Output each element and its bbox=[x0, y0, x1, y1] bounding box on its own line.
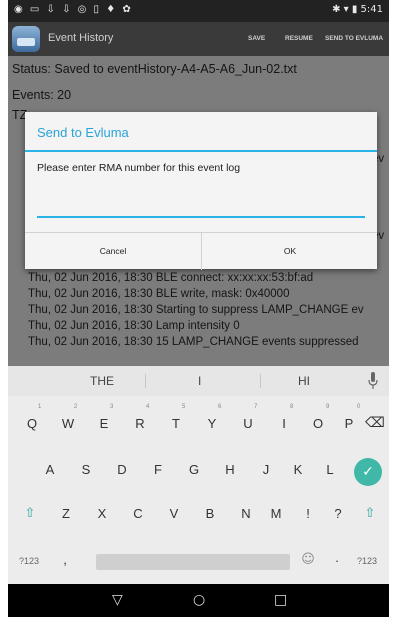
key-l[interactable]: L bbox=[320, 462, 340, 477]
app-logo-icon[interactable] bbox=[12, 26, 40, 52]
shift-left-icon[interactable]: ⇧ bbox=[20, 506, 40, 521]
key-x[interactable]: X bbox=[92, 506, 112, 521]
key-c[interactable]: C bbox=[128, 506, 148, 521]
suggestion-divider bbox=[145, 374, 146, 388]
event-row: Thu, 02 Jun 2016, 18:30 Starting to supp… bbox=[28, 304, 364, 316]
shift-right-icon[interactable]: ⇧ bbox=[360, 506, 380, 521]
emoji-icon[interactable]: ☺ bbox=[298, 552, 318, 567]
dialog-title-divider bbox=[25, 150, 377, 152]
key-v[interactable]: V bbox=[164, 506, 184, 521]
key-hint: 7 bbox=[254, 404, 258, 410]
system-status: ✱ ▾ ▮ 5:41 bbox=[332, 4, 383, 15]
suggestion-strip: THE I HI bbox=[8, 366, 389, 396]
key-o[interactable]: O bbox=[308, 416, 328, 431]
backspace-icon[interactable]: ⌫ bbox=[365, 415, 385, 431]
app-title: Event History bbox=[48, 32, 114, 44]
key-y[interactable]: Y bbox=[202, 416, 222, 431]
key-k[interactable]: K bbox=[288, 462, 308, 477]
send-dialog: Send to Evluma Please enter RMA number f… bbox=[25, 112, 377, 270]
key-w[interactable]: W bbox=[58, 416, 78, 431]
dialog-button-bar: Cancel OK bbox=[25, 232, 377, 270]
suggestion-i[interactable]: I bbox=[198, 374, 201, 388]
event-row: Thu, 02 Jun 2016, 18:30 BLE write, mask:… bbox=[28, 288, 290, 300]
key-g[interactable]: G bbox=[184, 462, 204, 477]
key-u[interactable]: U bbox=[238, 416, 258, 431]
key-b[interactable]: B bbox=[200, 506, 220, 521]
rma-number-input[interactable] bbox=[37, 186, 365, 218]
key-question[interactable]: ? bbox=[328, 506, 348, 521]
key-hint: 3 bbox=[110, 404, 114, 410]
send-to-evluma-button[interactable]: SEND TO EVLUMA bbox=[325, 35, 383, 42]
notification-icons: ◉ ▭ ⇩ ⇩ ◎ ▯ ♦ ✿ bbox=[14, 4, 133, 15]
phone-screen: ◉ ▭ ⇩ ⇩ ◎ ▯ ♦ ✿ ✱ ▾ ▮ 5:41 Event History… bbox=[8, 0, 389, 617]
enter-button[interactable]: ✓ bbox=[354, 458, 382, 486]
key-h[interactable]: H bbox=[220, 462, 240, 477]
key-z[interactable]: Z bbox=[56, 506, 76, 521]
symbols-key-right[interactable]: ?123 bbox=[352, 556, 382, 566]
save-button[interactable]: SAVE bbox=[248, 35, 265, 42]
key-j[interactable]: J bbox=[256, 462, 276, 477]
key-f[interactable]: F bbox=[148, 462, 168, 477]
status-line: Status: Saved to eventHistory-A4-A5-A6_J… bbox=[12, 62, 297, 76]
key-hint: 6 bbox=[218, 404, 222, 410]
key-n[interactable]: N bbox=[236, 506, 256, 521]
event-row: Thu, 02 Jun 2016, 18:30 Lamp intensity 0 bbox=[28, 320, 240, 332]
dialog-title: Send to Evluma bbox=[37, 125, 129, 140]
key-m[interactable]: M bbox=[266, 506, 286, 521]
key-hint: 4 bbox=[146, 404, 150, 410]
key-hint: 2 bbox=[74, 404, 78, 410]
comma-key[interactable]: , bbox=[58, 552, 72, 567]
key-hint: 0 bbox=[357, 404, 361, 410]
dialog-message: Please enter RMA number for this event l… bbox=[37, 162, 241, 174]
key-hint: 9 bbox=[326, 404, 330, 410]
suggestion-the[interactable]: THE bbox=[90, 374, 114, 388]
soft-keyboard: THE I HI 1 2 3 4 5 6 7 8 9 0 Q W E R T Y… bbox=[8, 366, 389, 584]
ok-button[interactable]: OK bbox=[201, 233, 378, 270]
key-hint: 1 bbox=[38, 404, 42, 410]
period-key[interactable]: . bbox=[330, 550, 344, 565]
action-bar: Event History SAVE RESUME SEND TO EVLUMA bbox=[8, 22, 389, 56]
back-icon[interactable]: ▽ bbox=[112, 592, 123, 608]
key-exclamation[interactable]: ! bbox=[298, 506, 318, 521]
cancel-button[interactable]: Cancel bbox=[25, 233, 201, 270]
resume-button[interactable]: RESUME bbox=[285, 35, 313, 42]
key-i[interactable]: I bbox=[274, 416, 294, 431]
key-s[interactable]: S bbox=[76, 462, 96, 477]
key-a[interactable]: A bbox=[40, 462, 60, 477]
navigation-bar: ▽ ○ □ bbox=[8, 584, 389, 617]
key-d[interactable]: D bbox=[112, 462, 132, 477]
key-t[interactable]: T bbox=[166, 416, 186, 431]
key-p[interactable]: P bbox=[339, 416, 359, 431]
space-bar[interactable] bbox=[96, 554, 290, 570]
events-count: Events: 20 bbox=[12, 88, 72, 102]
suggestion-divider bbox=[260, 374, 261, 388]
key-hint: 8 bbox=[290, 404, 294, 410]
home-icon[interactable]: ○ bbox=[193, 592, 205, 608]
microphone-icon[interactable] bbox=[368, 372, 378, 390]
status-bar: ◉ ▭ ⇩ ⇩ ◎ ▯ ♦ ✿ ✱ ▾ ▮ 5:41 bbox=[8, 0, 389, 22]
recents-icon[interactable]: □ bbox=[274, 592, 287, 608]
event-row: Thu, 02 Jun 2016, 18:30 BLE connect: xx:… bbox=[28, 272, 314, 284]
event-row: Thu, 02 Jun 2016, 18:30 15 LAMP_CHANGE e… bbox=[28, 336, 359, 348]
key-e[interactable]: E bbox=[94, 416, 114, 431]
key-q[interactable]: Q bbox=[22, 416, 42, 431]
symbols-key-left[interactable]: ?123 bbox=[14, 556, 44, 566]
checkmark-icon: ✓ bbox=[362, 464, 374, 480]
key-hint: 5 bbox=[182, 404, 186, 410]
key-r[interactable]: R bbox=[130, 416, 150, 431]
suggestion-hi[interactable]: HI bbox=[298, 374, 310, 388]
